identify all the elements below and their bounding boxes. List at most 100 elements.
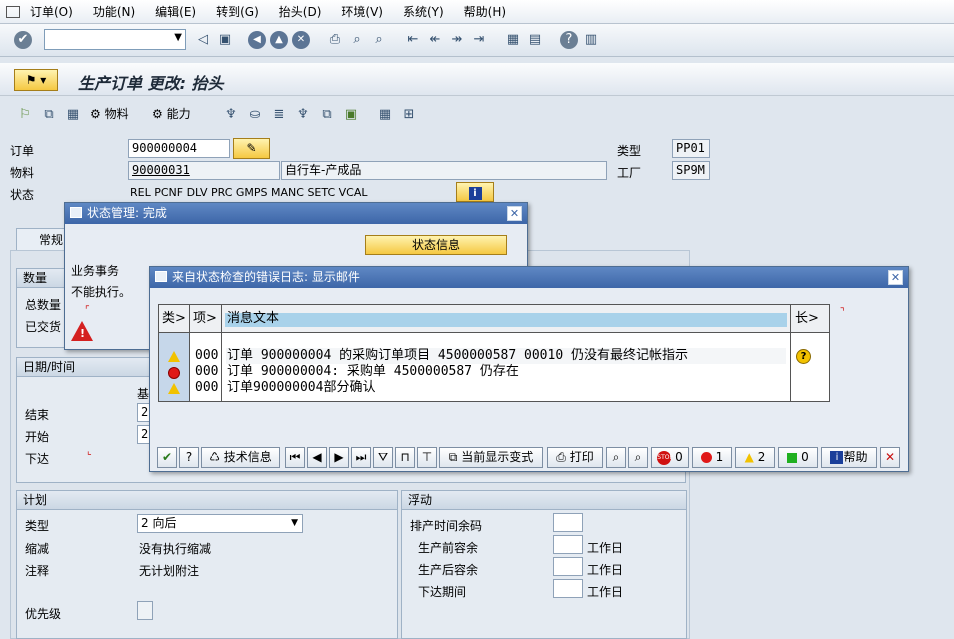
- find-next-icon[interactable]: ⌕: [370, 31, 388, 49]
- status-info-button[interactable]: 状态信息: [365, 235, 507, 255]
- exit-icon[interactable]: ▲: [270, 31, 288, 49]
- col-class-header[interactable]: 类>: [159, 305, 190, 333]
- business-transaction-label: 业务事务: [71, 264, 120, 278]
- new-session-icon[interactable]: ▦: [504, 31, 522, 49]
- col-text-header[interactable]: 消息文本: [222, 305, 791, 333]
- menu-function[interactable]: 功能(N): [93, 3, 135, 20]
- print-button[interactable]: ⎙ 打印: [547, 447, 603, 468]
- layout-icon[interactable]: ▥: [582, 31, 600, 49]
- sort-icon[interactable]: ⊓: [395, 447, 415, 468]
- scheduling-type-select[interactable]: 2 向后 ▼: [137, 514, 303, 533]
- find-icon[interactable]: ⌕: [348, 31, 366, 49]
- command-field[interactable]: ▼: [44, 29, 186, 50]
- network-icon[interactable]: ♆: [294, 106, 312, 124]
- material-field[interactable]: 90000031: [128, 161, 280, 180]
- material-button[interactable]: ⚙ 物料: [90, 105, 129, 122]
- status-info-button[interactable]: i: [456, 182, 494, 202]
- first-page-icon[interactable]: ⇤: [404, 31, 422, 49]
- back-arrow-icon[interactable]: ◁: [194, 31, 212, 49]
- tab-general[interactable]: 常规: [16, 228, 71, 250]
- cost-icon[interactable]: ⛀: [246, 106, 264, 124]
- sequence-icon[interactable]: ≣: [270, 106, 288, 124]
- next-icon[interactable]: ▶: [329, 447, 349, 468]
- dates-group-title: 日期/时间: [17, 358, 157, 377]
- help-button[interactable]: ?: [179, 447, 199, 468]
- long-text-icon[interactable]: ?: [796, 349, 811, 364]
- menu-edit[interactable]: 编辑(E): [155, 3, 196, 20]
- first-icon[interactable]: ⏮: [285, 447, 305, 468]
- release-period-field[interactable]: [553, 579, 583, 598]
- float-before-field[interactable]: [553, 535, 583, 554]
- error-icon: [700, 452, 712, 463]
- sched-margin-field[interactable]: [553, 513, 583, 532]
- priority-label: 优先级: [25, 607, 62, 621]
- copy-icon[interactable]: ⧉: [318, 106, 336, 124]
- menu-header[interactable]: 抬头(D): [279, 3, 322, 20]
- red-mark-icon: ⌞: [87, 446, 92, 457]
- order-field[interactable]: 900000004: [128, 139, 230, 158]
- cancel-icon[interactable]: ✕: [292, 31, 310, 49]
- layout-select-icon[interactable]: ⊤: [417, 447, 437, 468]
- capacity-icon: ⚙: [152, 107, 163, 121]
- save-icon[interactable]: ▣: [216, 31, 234, 49]
- print-icon[interactable]: ⎙: [326, 31, 344, 49]
- edit-button[interactable]: ✎: [233, 138, 270, 159]
- close-icon: ✕: [884, 450, 896, 464]
- error-log-title: 来自状态检查的错误日志: 显示邮件: [172, 270, 360, 284]
- menu-environment[interactable]: 环境(V): [341, 3, 383, 20]
- shortcut-icon[interactable]: ▤: [526, 31, 544, 49]
- calculator-icon[interactable]: ▦: [64, 106, 82, 124]
- menu-help[interactable]: 帮助(H): [464, 3, 506, 20]
- menu-order[interactable]: 订单(O): [30, 3, 73, 20]
- menu-goto[interactable]: 转到(G): [216, 3, 259, 20]
- table-icon[interactable]: ▦: [376, 106, 394, 124]
- window-icon[interactable]: [6, 5, 20, 18]
- tech-info-button[interactable]: ♺ 技术信息: [201, 447, 280, 468]
- total-qty-label: 总数量: [25, 298, 62, 312]
- filter-icon[interactable]: ⛛: [373, 447, 393, 468]
- close-icon[interactable]: ✕: [507, 206, 522, 221]
- question-icon: ?: [185, 450, 193, 464]
- chevron-down-icon: ▼: [174, 32, 182, 43]
- workday-label-2: 工作日: [587, 563, 624, 577]
- close-icon[interactable]: ✕: [888, 270, 903, 285]
- next-page-icon[interactable]: ↠: [448, 31, 466, 49]
- help-text-button[interactable]: i 帮助: [821, 447, 877, 468]
- flag-icon[interactable]: ⚐: [16, 106, 34, 124]
- prev-page-icon[interactable]: ↞: [426, 31, 444, 49]
- prev-icon[interactable]: ◀: [307, 447, 327, 468]
- back-icon[interactable]: ◀: [248, 31, 266, 49]
- start-label: 开始: [25, 430, 50, 444]
- col-item-header[interactable]: 项>: [190, 305, 222, 333]
- warning-filter-button[interactable]: ▲ 2: [735, 447, 775, 468]
- menu-system[interactable]: 系统(Y): [403, 3, 444, 20]
- document-icon[interactable]: ▣: [342, 106, 360, 124]
- navigation-button[interactable]: ⚑ ▾: [14, 69, 58, 91]
- material-description: 自行车-产成品: [281, 161, 607, 180]
- current-layout-button[interactable]: ⧉ 当前显示变式: [439, 447, 543, 468]
- not-executed-label: 不能执行。: [71, 285, 132, 299]
- find-icon[interactable]: ⌕: [606, 447, 626, 468]
- plant-field: SP9M: [672, 161, 710, 180]
- tree-icon[interactable]: ⊞: [400, 106, 418, 124]
- priority-field[interactable]: [137, 601, 153, 620]
- standard-toolbar: ✔ ▼ ◁ ▣ ◀ ▲ ✕ ⎙ ⌕ ⌕ ⇤ ↞ ↠ ⇥ ▦ ▤ ? ▥: [0, 24, 954, 57]
- last-page-icon[interactable]: ⇥: [470, 31, 488, 49]
- float-after-field[interactable]: [553, 557, 583, 576]
- enter-icon[interactable]: ✔: [14, 31, 32, 49]
- components-icon: ⚙: [90, 107, 101, 121]
- success-filter-button[interactable]: 0: [778, 447, 818, 468]
- confirm-button[interactable]: ✔: [157, 447, 177, 468]
- hierarchy-icon[interactable]: ♆: [222, 106, 240, 124]
- stop-filter-button[interactable]: STOP 0: [651, 447, 689, 468]
- row-1-item: 000: [195, 348, 219, 363]
- last-icon[interactable]: ⏭: [351, 447, 371, 468]
- find-next-icon[interactable]: ⌕: [628, 447, 648, 468]
- col-long-header[interactable]: 长>: [791, 305, 829, 333]
- help-icon[interactable]: ?: [560, 31, 578, 49]
- overview-icon[interactable]: ⧉: [40, 106, 58, 124]
- cancel-button[interactable]: ✕: [880, 447, 900, 468]
- float-before-label: 生产前容余: [418, 541, 479, 555]
- error-filter-button[interactable]: 1: [692, 447, 732, 468]
- capacity-button[interactable]: ⚙ 能力: [152, 105, 191, 122]
